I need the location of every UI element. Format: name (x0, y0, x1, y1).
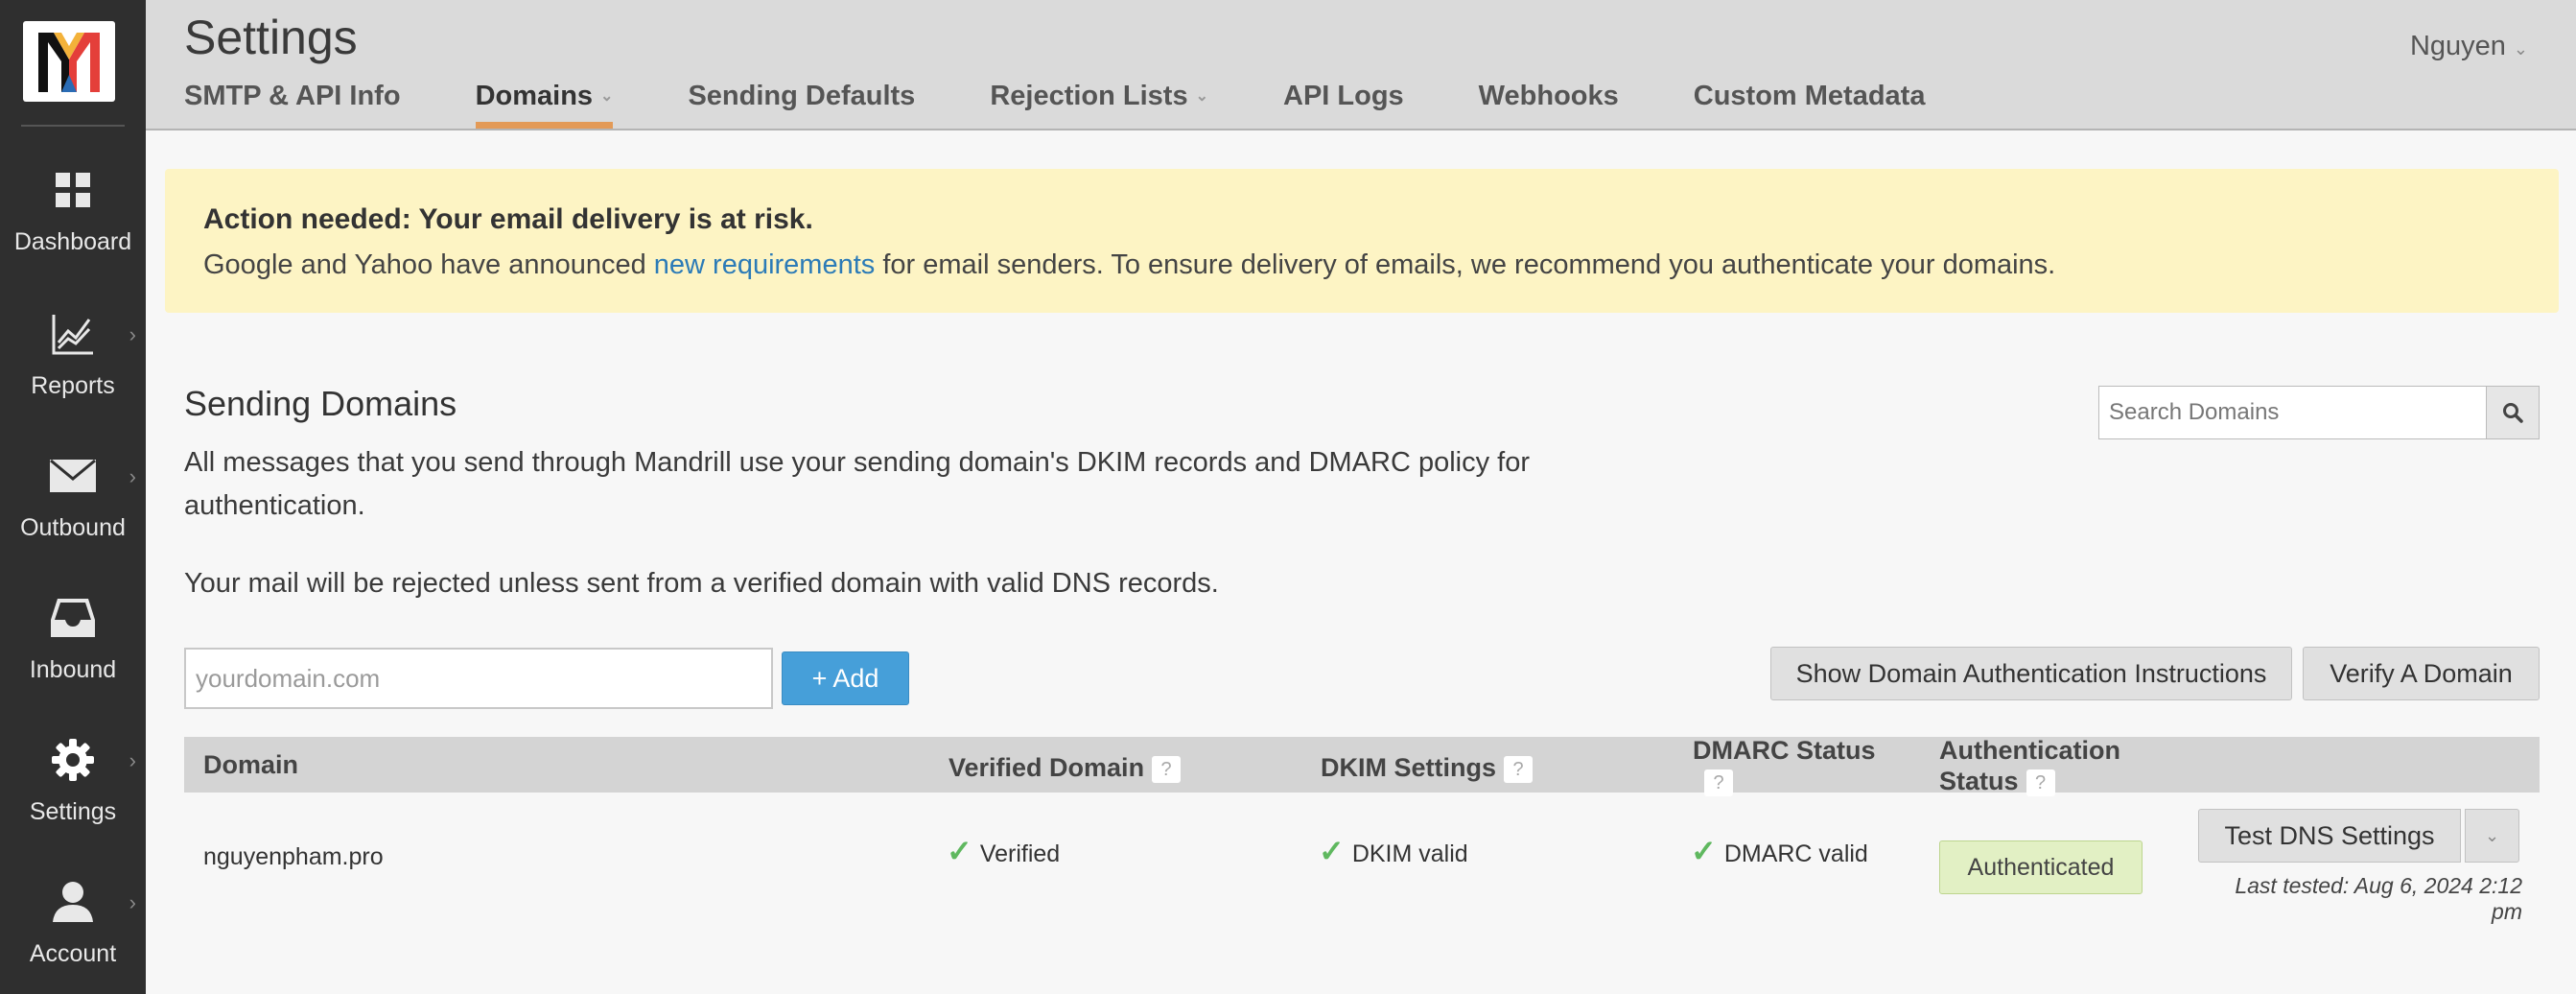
banner-text-after: for email senders. To ensure delivery of… (875, 249, 2056, 280)
domain-name: nguyenpham.pro (203, 843, 384, 870)
status-badge: Authenticated (1939, 840, 2143, 894)
section-title: Sending Domains (184, 384, 457, 423)
user-name: Nguyen (2409, 31, 2506, 61)
section-note: Your mail will be rejected unless sent f… (184, 568, 1219, 599)
sidebar-item-label: Dashboard (13, 228, 132, 255)
tab-label: Webhooks (1478, 81, 1619, 111)
tab-api-logs[interactable]: API Logs (1283, 81, 1404, 129)
page-header: Settings Nguyen ⌄ SMTP & API Info Domains… (146, 0, 2576, 130)
help-icon[interactable]: ? (1704, 769, 1733, 796)
tab-sending-defaults[interactable]: Sending Defaults (688, 81, 915, 129)
tab-label: Rejection Lists (990, 81, 1188, 111)
new-requirements-link[interactable]: new requirements (654, 249, 876, 280)
gear-icon (48, 735, 98, 785)
check-icon: ✓ (947, 834, 972, 868)
chevron-right-icon: › (129, 748, 136, 772)
dkim-status: DKIM valid (1351, 840, 1468, 867)
check-icon: ✓ (1319, 834, 1345, 868)
user-icon (48, 877, 98, 927)
envelope-icon (48, 451, 98, 501)
chevron-right-icon: › (129, 464, 136, 488)
column-header-label: DMARC Status (1693, 736, 1876, 765)
test-dns-settings-button[interactable]: Test DNS Settings (2198, 809, 2461, 863)
tab-label: API Logs (1283, 81, 1404, 111)
sidebar-item-label: Outbound (20, 514, 126, 541)
column-header-verified: Verified Domain? (948, 752, 1182, 783)
tab-domains[interactable]: Domains ⌄ (475, 81, 614, 129)
column-header-domain: Domain (203, 750, 299, 779)
tab-label: Custom Metadata (1693, 81, 1926, 111)
dkim-cell: ✓ DKIM valid (1319, 833, 1468, 869)
search-domains (2098, 386, 2540, 439)
dmarc-status: DMARC valid (1723, 840, 1868, 867)
delivery-risk-banner: Action needed: Your email delivery is at… (165, 169, 2559, 313)
banner-title: Action needed: Your email delivery is at… (203, 203, 813, 235)
tab-rejection-lists[interactable]: Rejection Lists ⌄ (990, 81, 1208, 129)
column-header-label: Status (1939, 767, 2019, 795)
banner-text: Google and Yahoo have announced new requ… (203, 249, 2520, 281)
page-title: Settings (184, 11, 358, 64)
verified-status: Verified (979, 840, 1061, 867)
banner-text-before: Google and Yahoo have announced (203, 249, 654, 280)
add-domain-button[interactable]: + Add (782, 651, 909, 705)
settings-tabs: SMTP & API Info Domains ⌄ Sending Default… (184, 81, 2000, 129)
verify-domain-button[interactable]: Verify A Domain (2303, 647, 2540, 700)
logo-icon (38, 33, 100, 92)
tab-custom-metadata[interactable]: Custom Metadata (1694, 81, 1926, 129)
test-dns-dropdown-toggle[interactable]: ⌄ (2465, 809, 2519, 863)
sidebar-item-reports[interactable]: Reports › (0, 288, 146, 430)
domain-input[interactable] (184, 648, 773, 709)
sidebar-item-inbound[interactable]: Inbound (0, 572, 146, 714)
verified-cell: ✓ Verified (947, 833, 1060, 869)
inbox-icon (48, 593, 98, 643)
tab-label: SMTP & API Info (184, 81, 401, 111)
chevron-right-icon: › (129, 890, 136, 914)
tab-webhooks[interactable]: Webhooks (1479, 81, 1619, 129)
chevron-down-icon: ⌄ (600, 88, 614, 105)
grid-icon (48, 165, 98, 215)
column-header-label: Authentication (1939, 736, 2120, 765)
last-tested-text: Last tested: Aug 6, 2024 2:12 pm (2235, 873, 2522, 924)
column-header-label: Verified Domain (948, 753, 1145, 782)
domains-table-header: Domain Verified Domain? DKIM Settings? D… (184, 735, 2540, 796)
sidebar-item-label: Reports (31, 372, 115, 399)
chart-icon (48, 309, 98, 359)
column-header-auth-status: Authentication Status? (1939, 735, 2120, 796)
mandrill-logo[interactable] (23, 21, 115, 102)
sidebar-item-settings[interactable]: Settings › (0, 714, 146, 856)
chevron-down-icon: ⌄ (2484, 825, 2500, 845)
search-button[interactable] (2486, 386, 2540, 439)
chevron-down-icon: ⌄ (2513, 39, 2528, 59)
sidebar-item-outbound[interactable]: Outbound › (0, 430, 146, 572)
sidebar-item-label: Settings (29, 798, 117, 825)
section-description: All messages that you send through Mandr… (184, 447, 1531, 521)
help-icon[interactable]: ? (1504, 756, 1534, 783)
sidebar-item-account[interactable]: Account › (0, 856, 146, 994)
chevron-right-icon: › (129, 322, 136, 346)
sidebar-item-label: Inbound (29, 656, 117, 683)
show-auth-instructions-button[interactable]: Show Domain Authentication Instructions (1770, 647, 2292, 700)
sidebar-divider (21, 125, 125, 127)
search-input[interactable] (2098, 386, 2486, 439)
dmarc-cell: ✓ DMARC valid (1691, 833, 1868, 869)
column-header-dkim: DKIM Settings? (1321, 752, 1534, 783)
column-header-dmarc: DMARC Status? (1693, 735, 1876, 796)
column-header-label: DKIM Settings (1321, 753, 1497, 782)
user-menu[interactable]: Nguyen ⌄ (2410, 31, 2528, 62)
help-icon[interactable]: ? (2026, 769, 2055, 796)
check-icon: ✓ (1691, 834, 1717, 868)
tab-label: Domains (475, 81, 594, 111)
sidebar-item-label: Account (29, 940, 117, 967)
tab-smtp-api-info[interactable]: SMTP & API Info (184, 81, 401, 129)
chevron-down-icon: ⌄ (1195, 88, 1208, 105)
tab-label: Sending Defaults (688, 81, 916, 111)
sidebar: Dashboard Reports › Outbound › Inbound S… (0, 0, 146, 994)
sidebar-item-dashboard[interactable]: Dashboard (0, 144, 146, 286)
help-icon[interactable]: ? (1152, 756, 1182, 783)
search-icon (2503, 403, 2523, 423)
